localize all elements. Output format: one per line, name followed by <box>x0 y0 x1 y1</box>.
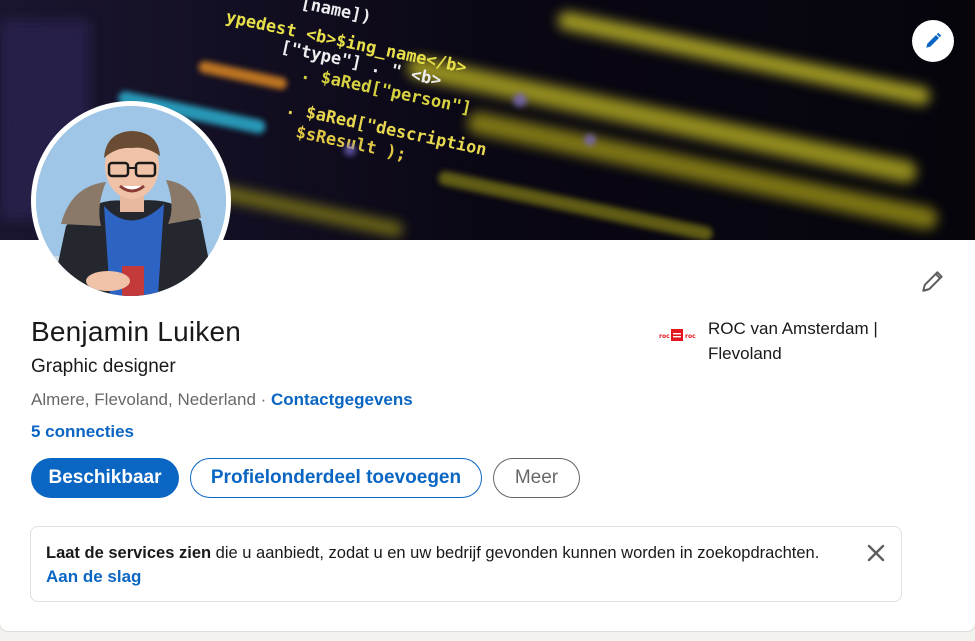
profile-photo-frame[interactable] <box>31 101 231 301</box>
add-profile-section-button[interactable]: Profielonderdeel toevoegen <box>190 458 482 498</box>
profile-headline: Graphic designer <box>31 356 176 377</box>
close-icon <box>867 544 885 562</box>
pencil-icon <box>926 32 942 48</box>
profile-actions: Beschikbaar Profielonderdeel toevoegen M… <box>31 458 580 498</box>
pencil-icon <box>922 271 943 292</box>
notice-bold: Laat de services zien <box>46 544 212 562</box>
company-name: ROC van Amsterdam | Flevoland <box>708 319 878 363</box>
open-to-button[interactable]: Beschikbaar <box>31 458 179 498</box>
connections-link[interactable]: 5 connecties <box>31 422 134 442</box>
separator-dot: · <box>255 390 272 409</box>
notice-body: die u aanbiedt, zodat u en uw bedrijf ge… <box>211 544 820 562</box>
svg-text:roc: roc <box>659 333 670 340</box>
get-started-link[interactable]: Aan de slag <box>46 567 141 587</box>
roc-logo-icon: roc roc <box>659 329 696 341</box>
profile-photo <box>36 106 226 296</box>
profile-card: [name]) ypedest <b>$ing_name</b> ["type"… <box>0 0 975 631</box>
edit-intro-button[interactable] <box>914 262 952 300</box>
svg-text:roc: roc <box>685 333 696 340</box>
edit-banner-button[interactable] <box>912 20 954 62</box>
location-line: Almere, Flevoland, Nederland · Contactge… <box>31 390 413 410</box>
services-notice: Laat de services zien die u aanbiedt, zo… <box>30 526 902 602</box>
more-button[interactable]: Meer <box>493 458 580 498</box>
profile-name: Benjamin Luiken <box>31 316 242 347</box>
notice-text: Laat de services zien die u aanbiedt, zo… <box>46 544 819 563</box>
avatar[interactable] <box>36 106 226 296</box>
location-text: Almere, Flevoland, Nederland <box>31 390 256 409</box>
current-company-link[interactable]: roc roc ROC van Amsterdam | Flevoland <box>658 316 908 366</box>
contact-info-link[interactable]: Contactgegevens <box>271 390 413 409</box>
company-logo: roc roc <box>658 318 696 352</box>
dismiss-notice-button[interactable] <box>865 542 887 564</box>
